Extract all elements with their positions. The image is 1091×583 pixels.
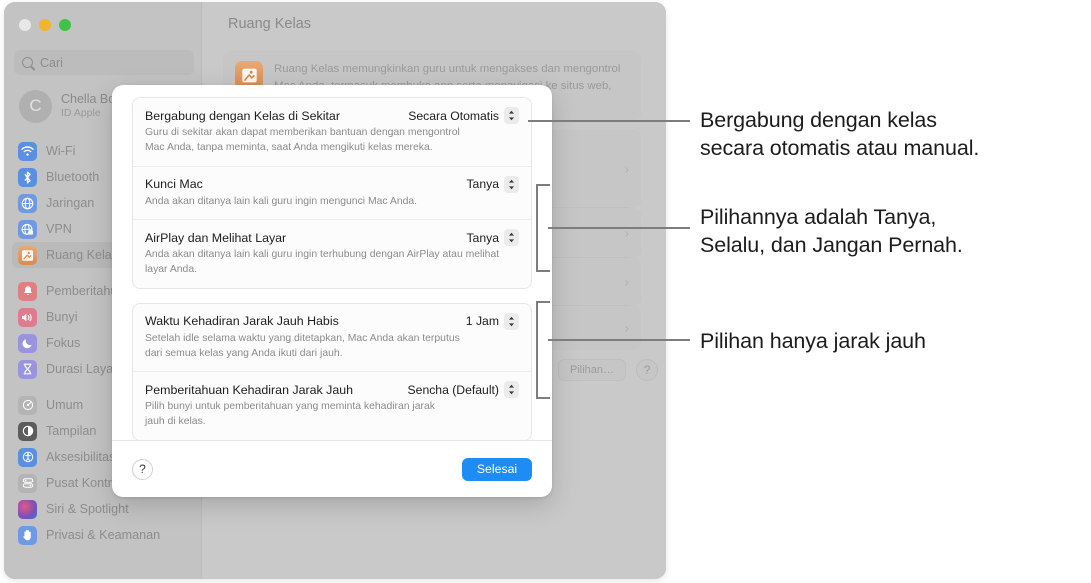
minimize-button[interactable] xyxy=(39,19,51,31)
search-placeholder: Cari xyxy=(40,55,63,70)
accessibility-icon xyxy=(18,447,37,467)
row-title: Pemberitahuan Kehadiran Jarak Jauh xyxy=(145,382,354,397)
page-title: Ruang Kelas xyxy=(228,16,312,32)
sidebar-item-label: Aksesibilitas xyxy=(46,450,116,464)
sidebar-item-label: Fokus xyxy=(46,336,81,350)
sidebar-item-label: Tampilan xyxy=(46,424,97,438)
search-icon xyxy=(22,57,33,68)
chevron-up-down-icon xyxy=(504,229,519,247)
row-description: Anda akan ditanya lain kali guru ingin t… xyxy=(145,249,500,276)
row-title: Bergabung dengan Kelas di Sekitar xyxy=(145,108,340,123)
row-bergabung-dengan-kelas-di-sekitar[interactable]: Bergabung dengan Kelas di Sekitar Secara… xyxy=(133,98,531,166)
popup-value: Tanya xyxy=(466,177,499,192)
popup-button-airplay[interactable]: Tanya xyxy=(466,229,519,247)
sheet-footer: ? Selesai xyxy=(112,440,552,497)
screenshot-root: Cari C Chella Boe ID Apple Wi-Fi Bluetoo… xyxy=(0,0,1091,583)
sidebar-item-label: Jaringan xyxy=(46,196,95,210)
popup-value: Sencha (Default) xyxy=(407,382,499,397)
chevron-right-icon: › xyxy=(624,320,629,336)
sidebar-item-label: Durasi Layar xyxy=(46,362,118,376)
callout-text-3: Pilihan hanya jarak jauh xyxy=(700,329,926,353)
popup-value: Secara Otomatis xyxy=(408,108,499,123)
pane-bottom-bar: Pilihan… ? xyxy=(558,359,659,381)
bell-icon xyxy=(18,281,37,301)
done-button[interactable]: Selesai xyxy=(462,457,532,481)
row-title: AirPlay dan Melihat Layar xyxy=(145,230,287,245)
sidebar-item-siri-spotlight[interactable]: Siri & Spotlight xyxy=(12,496,198,522)
sidebar-item-label: Pusat Kontrol xyxy=(46,476,122,490)
popup-button-pemberitahuan[interactable]: Sencha (Default) xyxy=(407,381,519,399)
control-center-icon xyxy=(18,473,37,493)
row-title: Waktu Kehadiran Jarak Jauh Habis xyxy=(145,314,339,329)
settings-group-2: Waktu Kehadiran Jarak Jauh Habis 1 Jam S… xyxy=(132,302,532,441)
row-description: Guru di sekitar akan dapat memberikan ba… xyxy=(145,127,460,153)
sheet-body: Bergabung dengan Kelas di Sekitar Secara… xyxy=(112,85,552,441)
chevron-right-icon: › xyxy=(624,161,629,177)
sidebar-item-label: Privasi & Keamanan xyxy=(46,528,161,542)
vpn-globe-icon xyxy=(18,219,37,239)
options-button[interactable]: Pilihan… xyxy=(558,359,627,381)
sidebar-item-label: Bunyi xyxy=(46,310,78,324)
chevron-up-down-icon xyxy=(504,381,519,399)
sidebar-item-privasi-keamanan[interactable]: Privasi & Keamanan xyxy=(12,522,198,548)
siri-icon xyxy=(18,499,37,519)
row-airplay-dan-melihat-layar[interactable]: AirPlay dan Melihat Layar Tanya Anda aka… xyxy=(133,219,531,288)
bluetooth-icon xyxy=(18,167,37,187)
window-traffic-lights[interactable] xyxy=(19,19,71,31)
chevron-right-icon: › xyxy=(624,274,629,290)
popup-value: 1 Jam xyxy=(465,314,499,329)
close-button[interactable] xyxy=(19,19,31,31)
avatar: C xyxy=(19,89,52,123)
sidebar-item-label: Ruang Kelas xyxy=(46,248,119,262)
popup-button-kunci-mac[interactable]: Tanya xyxy=(466,175,519,193)
popup-value: Tanya xyxy=(466,230,499,245)
row-description: Anda akan ditanya lain kali guru ingin m… xyxy=(145,195,418,207)
popup-button-waktu-habis[interactable]: 1 Jam xyxy=(465,312,519,330)
moon-icon xyxy=(18,333,37,353)
settings-group-1: Bergabung dengan Kelas di Sekitar Secara… xyxy=(132,97,532,289)
callout-text-2: Pilihannya adalah Tanya, Selalu, dan Jan… xyxy=(700,205,963,258)
row-title: Kunci Mac xyxy=(145,177,203,192)
row-pemberitahuan-kehadiran-jarak-jauh[interactable]: Pemberitahuan Kehadiran Jarak Jauh Sench… xyxy=(133,371,531,440)
help-button[interactable]: ? xyxy=(132,458,153,480)
zoom-button[interactable] xyxy=(59,19,71,31)
row-waktu-kehadiran-jarak-jauh-habis[interactable]: Waktu Kehadiran Jarak Jauh Habis 1 Jam S… xyxy=(133,304,531,372)
wifi-icon xyxy=(18,141,37,161)
classroom-icon xyxy=(18,245,37,265)
callout-text-1: Bergabung dengan kelas secara otomatis a… xyxy=(700,108,980,161)
chevron-up-down-icon xyxy=(504,312,519,330)
classroom-options-sheet: Bergabung dengan Kelas di Sekitar Secara… xyxy=(112,85,552,497)
popup-button-bergabung[interactable]: Secara Otomatis xyxy=(408,107,519,124)
chevron-up-down-icon xyxy=(504,175,519,193)
sidebar-item-label: Wi-Fi xyxy=(46,144,76,158)
appearance-icon xyxy=(18,421,37,441)
sidebar-item-label: VPN xyxy=(46,222,72,236)
chevron-up-down-icon xyxy=(504,107,519,124)
gear-icon xyxy=(18,395,37,415)
help-button[interactable]: ? xyxy=(636,359,659,381)
chevron-right-icon: › xyxy=(624,225,629,241)
network-globe-icon xyxy=(18,193,37,213)
sidebar-item-label: Umum xyxy=(46,398,84,412)
speaker-icon xyxy=(18,307,37,327)
sidebar-item-label: Bluetooth xyxy=(46,170,100,184)
row-description: Pilih bunyi untuk pemberitahuan yang mem… xyxy=(145,401,435,428)
privacy-hand-icon xyxy=(18,525,37,545)
row-description: Setelah idle selama waktu yang ditetapka… xyxy=(145,332,460,359)
search-input[interactable]: Cari xyxy=(14,50,194,75)
row-kunci-mac[interactable]: Kunci Mac Tanya Anda akan ditanya lain k… xyxy=(133,165,531,220)
hourglass-icon xyxy=(18,359,37,379)
sidebar-item-label: Siri & Spotlight xyxy=(46,502,129,516)
